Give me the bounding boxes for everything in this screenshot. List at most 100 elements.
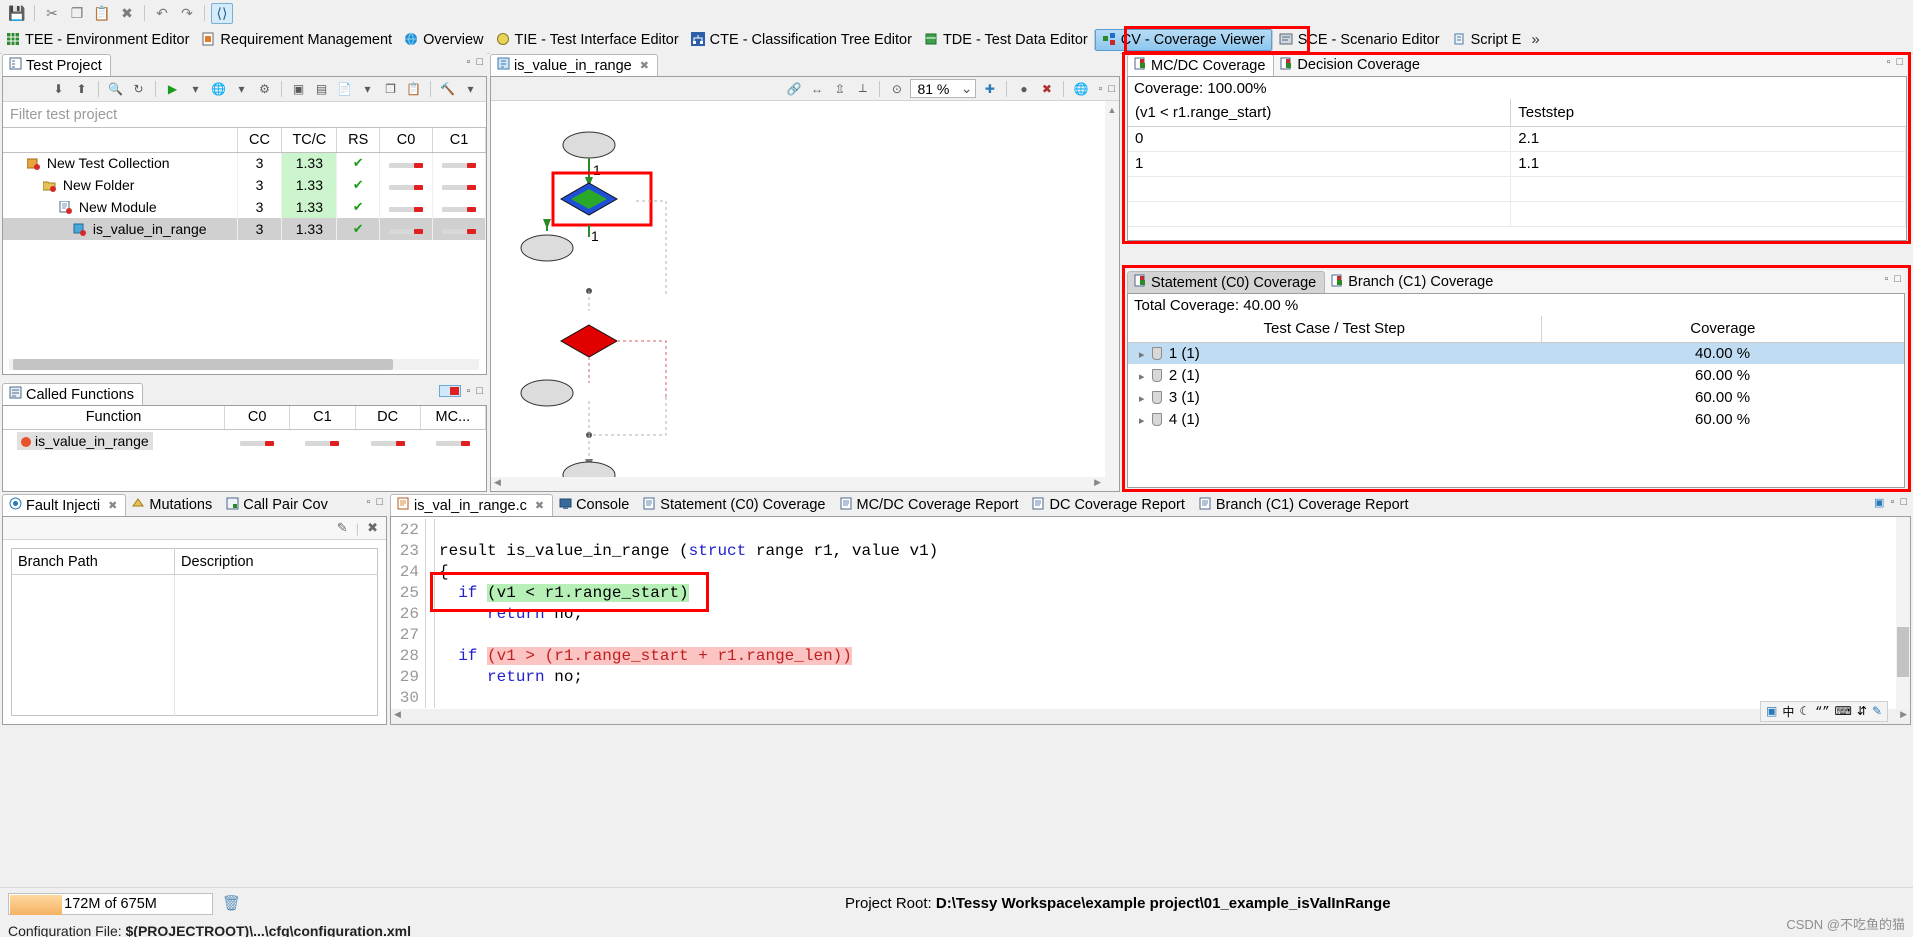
col-c0[interactable]: C0 xyxy=(224,406,291,430)
redo-icon[interactable]: ↷ xyxy=(176,3,198,24)
filter-tools-icon[interactable]: 🔨 xyxy=(438,80,457,99)
zoom-fit-icon[interactable]: ⊙ xyxy=(887,79,906,98)
ime-quotes-icon[interactable]: “” xyxy=(1815,705,1829,719)
tab-is-value-in-range-diagram[interactable]: is_value_in_range ✖ xyxy=(490,54,658,76)
perspective-overview[interactable]: Overview xyxy=(398,30,489,50)
search-icon[interactable]: 🔍 xyxy=(106,80,125,99)
col-c1[interactable]: C1 xyxy=(432,128,486,153)
filter-dropdown-icon[interactable]: ▾ xyxy=(461,80,480,99)
delete-icon[interactable]: ✖ xyxy=(116,3,138,24)
close-icon[interactable]: ✖ xyxy=(640,59,649,72)
table-row[interactable]: ▸ 4 (1) 60.00 % xyxy=(1128,408,1904,430)
minimize-icon[interactable]: ▫ xyxy=(366,496,370,508)
tab-dc-coverage-report[interactable]: DC Coverage Report xyxy=(1026,494,1192,516)
run-icon[interactable]: ▶ xyxy=(163,80,182,99)
maximize-icon[interactable]: □ xyxy=(1900,496,1907,509)
route-icon[interactable]: ⇫ xyxy=(830,79,849,98)
expand-arrow-icon[interactable]: ▸ xyxy=(1139,415,1145,427)
tab-statement-c0-coverage[interactable]: Statement (C0) Coverage xyxy=(1127,271,1326,293)
run-dropdown-icon[interactable]: ▾ xyxy=(186,80,205,99)
tab-mcdc-coverage-report[interactable]: MC/DC Coverage Report xyxy=(834,494,1027,516)
layout-icon[interactable]: 🔗 xyxy=(784,79,803,98)
ime-status-bar[interactable]: ▣ 中 ☾ “” ⌨ ⇵ ✎ xyxy=(1760,701,1888,722)
branch-layout-icon[interactable]: ⟂ xyxy=(853,79,872,98)
expand-arrow-icon[interactable]: ▸ xyxy=(1139,349,1145,361)
cut-icon[interactable]: ✂ xyxy=(41,3,63,24)
col-cc[interactable]: CC xyxy=(237,128,283,153)
list-dropdown-icon[interactable]: ▾ xyxy=(358,80,377,99)
ime-logo-icon[interactable]: ▣ xyxy=(1766,704,1777,719)
test-project-hscrollbar[interactable] xyxy=(9,359,479,370)
function-name-cell[interactable]: is_value_in_range xyxy=(3,429,225,452)
test-case-cell[interactable]: ▸ 2 (1) xyxy=(1128,364,1541,386)
clear-icon[interactable]: ✖ xyxy=(1037,79,1056,98)
tab-mcdc-coverage[interactable]: MC/DC Coverage xyxy=(1127,54,1275,76)
table-row[interactable]: New Test Collection 3 1.33 ✔ xyxy=(3,152,486,174)
import-icon[interactable]: ⬇ xyxy=(49,80,68,99)
expand-arrow-icon[interactable]: ▸ xyxy=(1139,371,1145,383)
table-row[interactable]: 1 1.1 xyxy=(1128,151,1906,177)
tab-mutations[interactable]: Mutations xyxy=(126,494,220,516)
collapse-all-icon[interactable]: ▣ xyxy=(289,80,308,99)
col-description[interactable]: Description xyxy=(174,548,378,575)
table-row[interactable]: 0 2.1 xyxy=(1128,126,1906,152)
report-icon[interactable]: 🌐 xyxy=(209,80,228,99)
copy-list-icon[interactable]: ❐ xyxy=(381,80,400,99)
col-mc[interactable]: MC... xyxy=(420,406,487,430)
code-vscrollbar[interactable] xyxy=(1896,517,1910,724)
heap-status[interactable]: 172M of 675M xyxy=(8,893,213,915)
export-icon[interactable]: ⬆ xyxy=(72,80,91,99)
col-branch-path[interactable]: Branch Path xyxy=(11,548,176,575)
col-rs[interactable]: RS xyxy=(336,128,381,153)
ime-moon-icon[interactable]: ☾ xyxy=(1799,704,1810,719)
minimize-icon[interactable]: ▫ xyxy=(1886,56,1890,68)
tab-console[interactable]: Console xyxy=(553,494,637,516)
perspective-script[interactable]: Script E xyxy=(1446,30,1528,50)
delete-icon[interactable]: ✖ xyxy=(367,520,378,536)
zoom-in-icon[interactable]: ✚ xyxy=(980,79,999,98)
refresh-icon[interactable]: ↻ xyxy=(129,80,148,99)
maximize-icon[interactable]: □ xyxy=(1896,56,1903,68)
table-row[interactable] xyxy=(1128,201,1906,227)
perspective-tee[interactable]: TEE - Environment Editor xyxy=(0,30,195,50)
perspective-cv[interactable]: CV - Coverage Viewer xyxy=(1094,28,1272,51)
maximize-icon[interactable]: □ xyxy=(476,56,483,68)
scroll-left-icon[interactable]: ◀ xyxy=(394,710,401,720)
table-row[interactable]: New Module 3 1.33 ✔ xyxy=(3,196,486,218)
ime-pen-icon[interactable]: ✎ xyxy=(1872,704,1882,719)
diagram-canvas[interactable]: 1 1 ▲ ◀ ▶ xyxy=(491,101,1119,491)
tab-is-val-in-range-c[interactable]: is_val_in_range.c ✖ xyxy=(390,494,554,516)
hide-icon[interactable]: ● xyxy=(1014,79,1033,98)
export-image-icon[interactable]: 🌐 xyxy=(1071,79,1090,98)
test-case-cell[interactable]: ▸ 1 (1) xyxy=(1128,342,1541,364)
perspective-tie[interactable]: TIE - Test Interface Editor xyxy=(490,30,685,50)
col-test-case[interactable]: Test Case / Test Step xyxy=(1128,316,1542,343)
row-name-cell[interactable]: New Module xyxy=(3,196,238,218)
paste-list-icon[interactable]: 📋 xyxy=(404,80,423,99)
col-c0[interactable]: C0 xyxy=(379,128,434,153)
minimize-icon[interactable]: ▫ xyxy=(466,385,470,397)
expand-arrow-icon[interactable]: ▸ xyxy=(1139,393,1145,405)
copy-icon[interactable]: ❐ xyxy=(66,3,88,24)
document-list-icon[interactable]: 📄 xyxy=(335,80,354,99)
row-name-cell[interactable]: New Test Collection xyxy=(3,152,238,174)
report-dropdown-icon[interactable]: ▾ xyxy=(232,80,251,99)
ime-chinese-icon[interactable]: 中 xyxy=(1782,703,1794,720)
perspective-requirement[interactable]: Requirement Management xyxy=(195,30,398,50)
minimize-icon[interactable]: ▫ xyxy=(466,56,470,68)
close-icon[interactable]: ✖ xyxy=(535,499,544,512)
maximize-icon[interactable]: □ xyxy=(1108,83,1115,95)
ime-keyboard-icon[interactable]: ⌨ xyxy=(1835,704,1852,719)
col-name[interactable] xyxy=(3,128,238,153)
scroll-right-icon[interactable]: ▶ xyxy=(1900,710,1907,720)
perspective-sce[interactable]: SCE - Scenario Editor xyxy=(1273,30,1446,50)
zoom-level-select[interactable]: 81 % ⌄ xyxy=(910,79,977,98)
perspective-overflow-icon[interactable]: » xyxy=(1531,31,1539,48)
minimize-icon[interactable]: ▫ xyxy=(1098,83,1102,95)
save-icon[interactable]: 💾 xyxy=(6,3,28,24)
code-editor-body[interactable]: 22 23 result is_value_in_range (struct r… xyxy=(390,516,1911,725)
test-case-cell[interactable]: ▸ 3 (1) xyxy=(1128,386,1541,408)
close-icon[interactable]: ✖ xyxy=(108,499,117,512)
col-tcc[interactable]: TC/C xyxy=(281,128,338,153)
tab-fault-injection[interactable]: Fault Injecti ✖ xyxy=(2,494,127,516)
